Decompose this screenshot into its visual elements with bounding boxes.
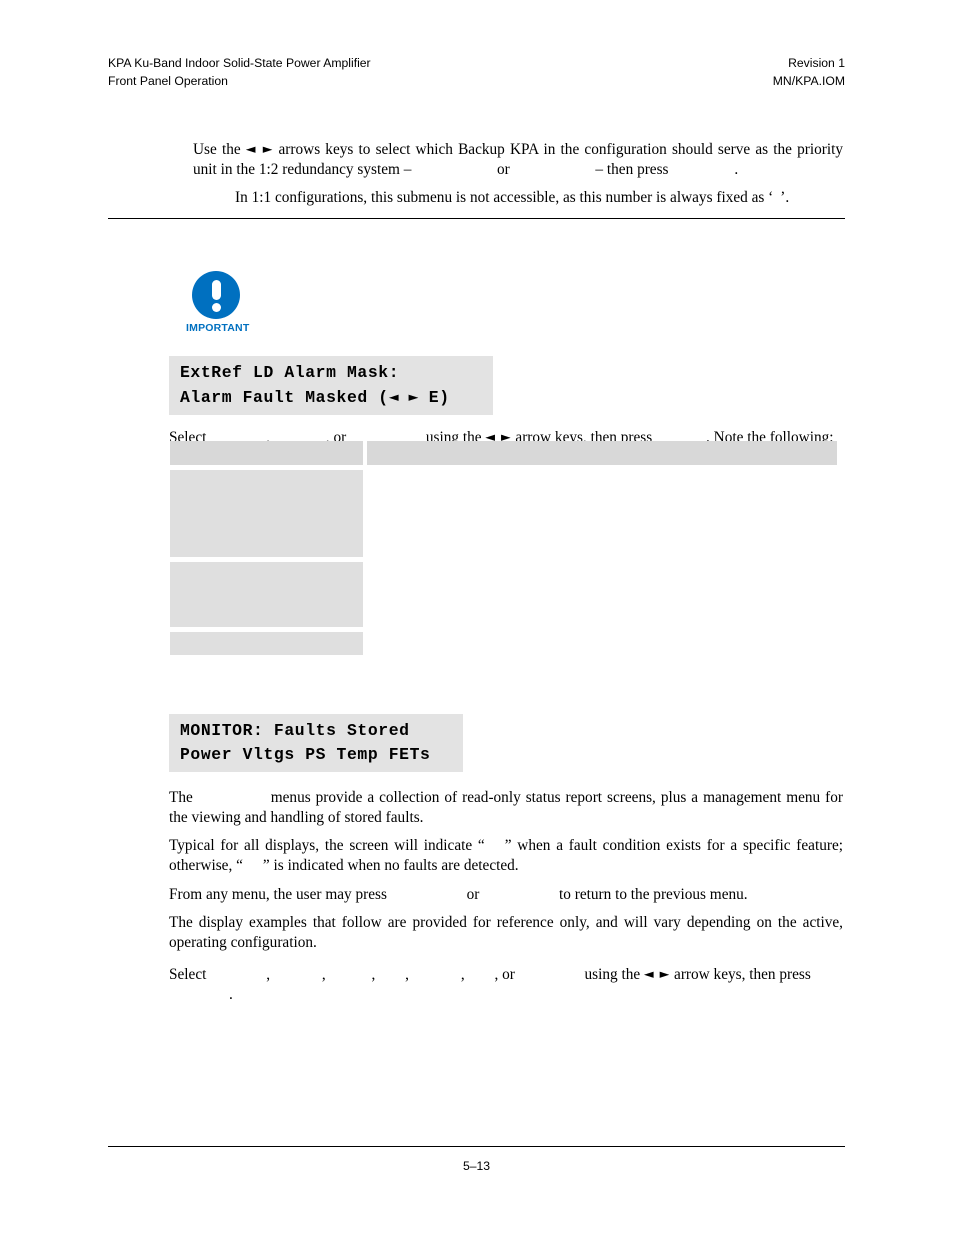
exclamation-circle-icon: [192, 271, 240, 319]
mon-p3-text-2: or: [462, 886, 484, 904]
important-callout: IMPORTANT: [186, 271, 250, 334]
left-right-arrow-icon: ◄ ►: [245, 141, 274, 157]
mon-p5-text-5: ,: [405, 966, 413, 984]
lcd-display-monitor-menu: MONITOR: Faults Stored Power Vltgs PS Tem…: [169, 714, 463, 772]
table-header-cell-right: [367, 441, 837, 465]
mon-p5-text-1: Select: [169, 966, 211, 984]
table-cell-left: [170, 632, 363, 655]
exclamation-bar: [211, 280, 221, 300]
page-footer: 5–13: [108, 1159, 845, 1173]
monitor-paragraph-3: From any menu, the user may press or to …: [169, 885, 843, 905]
page-number: 5–13: [462, 1159, 491, 1173]
mon-p3-text-1: From any menu, the user may press: [169, 886, 391, 904]
lcd-display-extref-alarm-mask: ExtRef LD Alarm Mask: Alarm Fault Masked …: [169, 356, 493, 415]
mon-p5-text-7: , or: [494, 966, 519, 984]
mon-p5-text-8: using the: [580, 966, 645, 984]
mon-p5-text-10: .: [229, 985, 233, 1003]
intro-text-3: or: [493, 160, 514, 178]
intro-note-paragraph: In 1:1 configurations, this submenu is n…: [193, 188, 843, 208]
header-left-block: KPA Ku-Band Indoor Solid-State Power Amp…: [108, 55, 371, 90]
table-row: [170, 632, 837, 655]
lcd-extref-line-2-pre: Alarm Fault Masked (: [180, 387, 389, 407]
header-revision: Revision 1: [788, 56, 845, 70]
intro-text-5: .: [734, 160, 739, 178]
important-label: IMPORTANT: [186, 322, 250, 334]
lcd-left-right-arrow-icon: ◄ ►: [388, 386, 419, 406]
mon-p1-text-1: The: [169, 789, 198, 807]
header-right-block: Revision 1 MN/KPA.IOM: [773, 55, 845, 90]
lcd-monitor-line-1: MONITOR: Faults Stored: [180, 721, 410, 740]
mon-p5-text-6: ,: [460, 966, 469, 984]
table-header-row: [170, 441, 837, 465]
table-cell-left: [170, 470, 363, 557]
table-cell-right: [367, 632, 837, 655]
table-cell-left: [170, 562, 363, 627]
mon-p2-text-3: ” is indicated when no faults are detect…: [262, 856, 519, 874]
page-header: KPA Ku-Band Indoor Solid-State Power Amp…: [108, 55, 845, 90]
mon-p3-text-3: to return to the previous menu.: [555, 886, 748, 904]
header-document-title: KPA Ku-Band Indoor Solid-State Power Amp…: [108, 56, 371, 70]
mon-p5-text-9: arrow keys, then press: [670, 966, 811, 984]
mon-p2-text-1: Typical for all displays, the screen wil…: [169, 837, 485, 855]
table-row: [170, 562, 837, 627]
lcd-extref-line-1: ExtRef LD Alarm Mask:: [180, 363, 400, 382]
header-section-title: Front Panel Operation: [108, 73, 228, 88]
mon-p5-text-4: ,: [371, 966, 380, 984]
lcd-extref-line-2-post: E): [418, 387, 450, 407]
mon-p5-text-2: ,: [266, 966, 274, 984]
intro-note-text-2: ’.: [780, 189, 790, 207]
monitor-paragraph-1: The menus provide a collection of read-o…: [169, 788, 843, 827]
monitor-paragraph-2: Typical for all displays, the screen wil…: [169, 836, 843, 875]
intro-text-2: arrows keys to select which Backup KPA i…: [193, 141, 844, 178]
exclamation-dot: [211, 303, 221, 312]
section-divider-rule: [108, 218, 845, 219]
lcd-monitor-line-2: Power Vltgs PS Temp FETs: [180, 744, 431, 764]
mon-p1-text-2: menus provide a collection of read-only …: [169, 789, 843, 826]
table-cell-right: [367, 470, 837, 557]
mon-p5-text-3: ,: [321, 966, 330, 984]
monitor-paragraph-5: Select , , , , , , or using the ◄ ► arro…: [169, 964, 843, 1004]
intro-text-1: Use the: [193, 141, 246, 159]
table-cell-right: [367, 562, 837, 627]
footer-divider-rule: [108, 1146, 845, 1147]
lcd-extref-line-2: Alarm Fault Masked (◄ ► E): [180, 385, 483, 410]
intro-note-text-1: In 1:1 configurations, this submenu is n…: [235, 189, 774, 207]
intro-paragraph: Use the ◄ ► arrows keys to select which …: [193, 139, 843, 179]
monitor-paragraph-4: The display examples that follow are pro…: [169, 914, 843, 951]
table-header-cell-left: [170, 441, 363, 465]
header-document-number: MN/KPA.IOM: [772, 73, 845, 88]
intro-text-4: – then press: [591, 160, 673, 178]
table-row: [170, 470, 837, 557]
left-right-arrow-icon: ◄ ►: [644, 966, 671, 982]
alarm-mask-table: [170, 441, 837, 660]
